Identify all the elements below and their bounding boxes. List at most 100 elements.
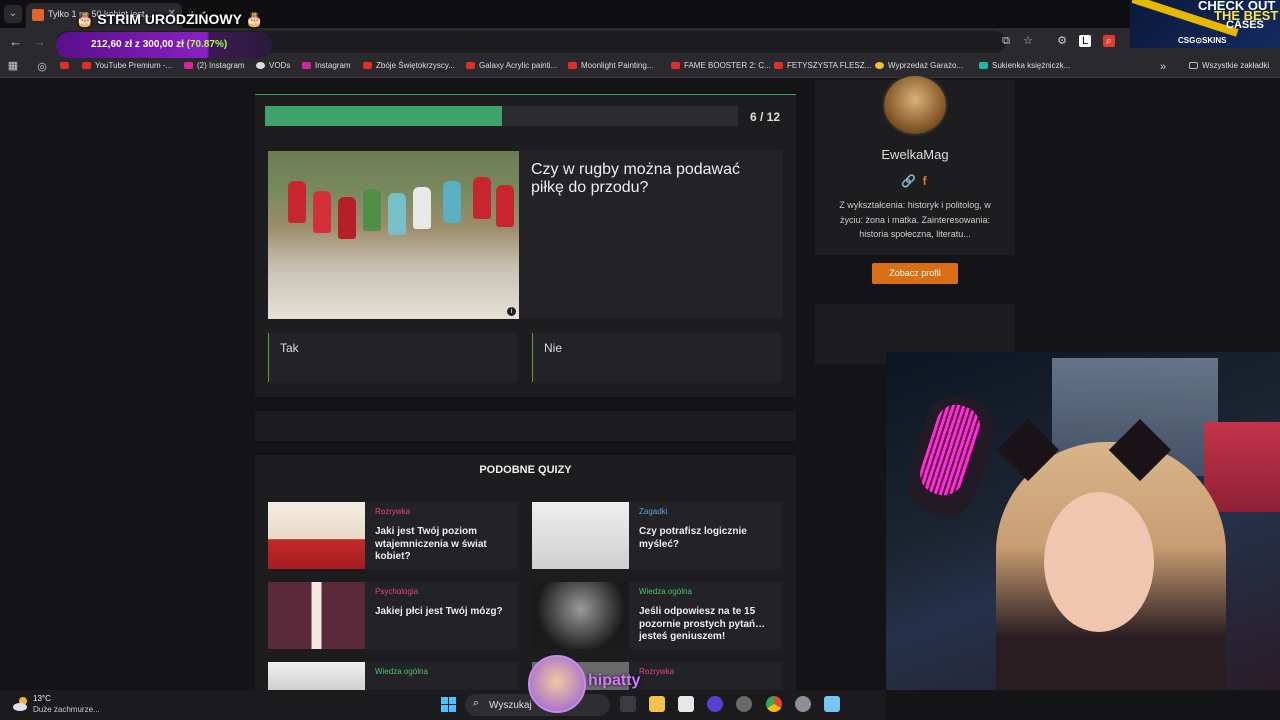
view-profile-button[interactable]: Zobacz profil [872,263,958,284]
quiz-thumbnail [532,582,629,649]
windows-taskbar: 13°C Duże zachmurze... ⌕ Wyszukaj [0,690,886,720]
bookmark-item[interactable]: Wyprzedaż Garażo... [875,61,963,70]
taskbar-search-label: Wyszukaj [489,700,532,711]
quiz-progress-count: 6 / 12 [750,110,781,124]
site-favicon-icon [32,9,44,21]
question-text: Czy w rugby można podawać piłkę do przod… [531,161,740,196]
player-shape [338,197,356,239]
bookmark-item[interactable]: YouTube Premium -... [82,61,172,70]
quiz-category: Zagadki [639,507,668,516]
weather-temperature: 13°C [33,694,51,703]
quiz-category: Psychologia [375,587,419,596]
quiz-title: Jakiej płci jest Twój mózg? [375,606,503,617]
store-icon[interactable] [678,696,694,712]
quiz-progress-fill [265,106,502,126]
quiz-thumbnail [268,502,365,569]
similar-quiz-card[interactable]: Zagadki Czy potrafisz logicznie myśleć? [532,502,782,569]
avatar[interactable] [882,74,948,136]
more-bookmarks-icon[interactable]: » [1157,61,1169,73]
bookmark-item[interactable]: VODs [256,61,290,70]
player-shape [288,181,306,223]
chatter-name: hipatty [588,672,641,689]
quiz-card: 6 / 12 i Czy w rugby można podawać piłkę… [255,94,796,397]
task-view-icon[interactable] [620,696,636,712]
all-bookmarks[interactable]: Wszystkie zakładki [1189,61,1269,70]
webcam-overlay [886,352,1280,690]
bookmark-item[interactable]: Galaxy Acrylic painti... [466,61,557,70]
windows-start-icon[interactable] [441,697,456,712]
bookmark-item[interactable]: FETYSZYSTA FLESZ... [774,61,871,70]
author-links: 🔗 f [901,174,927,188]
ad-line-3: CASES [1226,19,1264,31]
chrome-icon[interactable] [766,696,782,712]
settings-gear-icon[interactable] [795,696,811,712]
bookmark-item[interactable]: FAME BOOSTER 2: C... [671,61,771,70]
quiz-thumbnail [532,502,629,569]
similar-quiz-card[interactable]: Psychologia Jakiej płci jest Twój mózg? [268,582,518,649]
quiz-title: Jeśli odpowiesz na te 15 pozornie prosty… [639,606,766,642]
notepad-icon[interactable] [824,696,840,712]
stream-title-overlay: 🎂 STRIM URODZIŃOWY 🎂 [76,11,264,27]
donation-goal-percent: (70.87%) [186,39,228,50]
quiz-title: Jaki jest Twój poziom wtajemniczenia w ś… [375,526,487,562]
player-shape [443,181,461,223]
weather-cloud-icon[interactable] [12,695,30,713]
bookmark-item[interactable]: Moonlight Painting... [568,61,654,70]
app-circle-icon[interactable] [707,696,723,712]
webcam-background-painting [1204,422,1280,512]
bookmark-item[interactable]: Instagram [302,61,351,70]
quiz-category: Wiedza ogólna [375,667,428,676]
info-icon[interactable]: i [507,307,516,316]
bookmarks-bar: ▦ ◎ YouTube Premium -... (2) Instagram V… [0,56,1280,78]
donation-goal-bar: 212,60 zł z 300,00 zł (70.87%) [56,32,272,58]
author-card: EwelkaMag 🔗 f Z wykształcenia: historyk … [815,74,1015,255]
player-shape [363,189,381,231]
ad-placeholder [255,411,796,441]
obs-icon[interactable] [736,696,752,712]
sponsor-ad-banner: CHECK OUT THE BEST CASES CSG⊙SKINS [1130,0,1280,48]
extension-l-icon[interactable]: L [1079,35,1091,47]
quiz-category: Rozrywka [375,507,411,516]
answer-option-nie[interactable]: Nie [532,333,782,382]
bookmark-item[interactable]: (2) Instagram [184,61,245,70]
player-shape [413,187,431,229]
install-app-icon[interactable]: ⧉ [1000,35,1012,47]
extension-search-icon[interactable]: ⌕ [1103,35,1115,47]
player-shape [313,191,331,233]
webcam-face [1044,492,1154,632]
bookmark-globe-icon[interactable]: ◎ [36,61,48,73]
quiz-category: Wiedza ogólna [639,587,692,596]
quiz-progress-bar [265,106,738,126]
ad-brand: CSG⊙SKINS [1178,36,1227,45]
bookmark-item[interactable]: Sukienka księżniczk... [979,61,1070,70]
link-icon[interactable]: 🔗 [901,174,916,188]
file-explorer-icon[interactable] [649,696,665,712]
similar-quizzes: PODOBNE QUIZY Rozrywka Jaki jest Twój po… [255,455,796,695]
forward-icon[interactable]: → [33,34,46,49]
bookmark-star-icon[interactable]: ☆ [1022,35,1034,47]
player-shape [388,193,406,235]
weather-description: Duże zachmurze... [33,705,100,714]
search-icon: ⌕ [473,697,480,709]
similar-quiz-card[interactable]: Rozrywka Jaki jest Twój poziom wtajemnic… [268,502,518,569]
answer-option-tak[interactable]: Tak [268,333,518,382]
author-bio: Z wykształcenia: historyk i politolog, w… [839,200,991,239]
quiz-thumbnail [268,582,365,649]
facebook-icon[interactable]: f [923,174,927,188]
chatter-avatar [528,655,586,713]
similar-quizzes-heading: PODOBNE QUIZY [479,464,572,476]
quiz-title: Czy potrafisz logicznie myśleć? [639,526,747,550]
question-box: i Czy w rugby można podawać piłkę do prz… [268,151,783,319]
tab-search-icon[interactable]: ⌄ [4,5,22,23]
back-icon[interactable]: ← [9,34,22,49]
extension-icon[interactable]: ⚙ [1056,35,1068,47]
player-shape [496,185,514,227]
apps-grid-icon[interactable]: ▦ [7,60,19,72]
donation-goal-amount: 212,60 zł z 300,00 zł [91,39,184,50]
player-shape [473,177,491,219]
quiz-category: Rozrywka [639,667,675,676]
bookmark-item[interactable]: Zbóje Świętokrzyscy... [363,61,455,70]
similar-quiz-card[interactable]: Wiedza ogólna Jeśli odpowiesz na te 15 p… [532,582,782,649]
author-name[interactable]: EwelkaMag [815,147,1015,162]
question-image: i [268,151,519,319]
